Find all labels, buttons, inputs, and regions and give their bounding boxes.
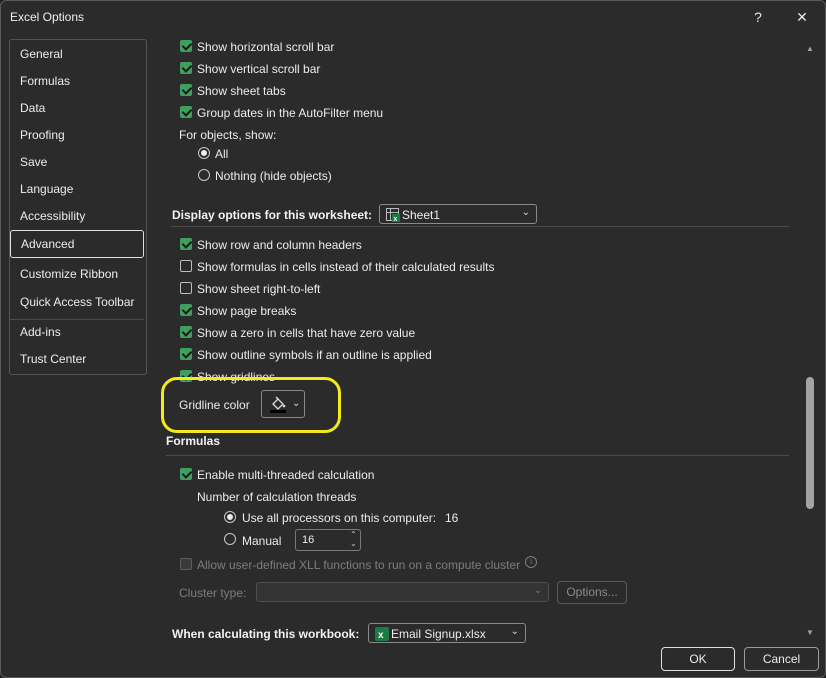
manual-threads-spinner[interactable]: 16 ⌃ ⌄ (295, 529, 361, 551)
page-breaks-label: Show page breaks (197, 304, 297, 318)
formulas-in-cells-label: Show formulas in cells instead of their … (197, 260, 495, 274)
info-icon[interactable]: i (525, 556, 537, 568)
use-all-processors-label: Use all processors on this computer: (242, 511, 437, 525)
vscroll-label: Show vertical scroll bar (197, 62, 321, 76)
advanced-options-panel: Show horizontal scroll bar Show vertical… (151, 35, 799, 645)
cluster-options-button[interactable]: Options... (557, 581, 627, 604)
excel-options-dialog: Excel Options ? ✕ General Formulas Data … (0, 0, 826, 678)
gridlines-checkbox[interactable] (180, 370, 192, 382)
sidebar-item-proofing[interactable]: Proofing (10, 122, 144, 148)
group-dates-label: Group dates in the AutoFilter menu (197, 106, 384, 120)
vscroll-checkbox[interactable] (180, 62, 192, 74)
outline-symbols-label: Show outline symbols if an outline is ap… (197, 348, 432, 362)
ok-button[interactable]: OK (661, 647, 735, 671)
outline-symbols-checkbox[interactable] (180, 348, 192, 360)
formulas-section-heading: Formulas (166, 434, 221, 448)
scrollbar-thumb[interactable] (806, 377, 814, 509)
chevron-down-icon: ⌄ (521, 207, 530, 218)
options-scrollbar[interactable]: ▲ ▼ (803, 39, 817, 641)
window-title: Excel Options (10, 10, 85, 24)
close-icon: ✕ (796, 8, 808, 25)
workbook-select[interactable]: x Email Signup.xlsx ⌄ (368, 623, 526, 643)
objects-all-label: All (215, 147, 229, 161)
sheet-select[interactable]: x Sheet1 ⌄ (379, 204, 537, 224)
calc-workbook-heading: When calculating this workbook: (172, 627, 360, 641)
spinner-up-icon[interactable]: ⌃ (350, 530, 357, 539)
paint-bucket-icon (269, 395, 287, 416)
cluster-type-label: Cluster type: (179, 586, 247, 600)
svg-text:x: x (394, 216, 398, 222)
scroll-down-icon[interactable]: ▼ (805, 629, 815, 637)
sidebar-item-add-ins[interactable]: Add-ins (10, 319, 144, 345)
chevron-down-icon: ⌄ (292, 398, 301, 409)
close-button[interactable]: ✕ (789, 5, 815, 29)
sheet-select-value: Sheet1 (402, 208, 441, 222)
formulas-in-cells-checkbox[interactable] (180, 260, 192, 272)
sheet-icon: x (386, 208, 400, 223)
row-col-headers-checkbox[interactable] (180, 238, 192, 250)
hscroll-label: Show horizontal scroll bar (197, 40, 335, 54)
cancel-button[interactable]: Cancel (744, 647, 819, 671)
multithreaded-checkbox[interactable] (180, 468, 192, 480)
manual-radio[interactable] (224, 533, 236, 545)
workbook-select-value: Email Signup.xlsx (391, 627, 486, 641)
zero-values-label: Show a zero in cells that have zero valu… (197, 326, 416, 340)
objects-all-radio[interactable] (198, 147, 210, 159)
right-to-left-label: Show sheet right-to-left (197, 282, 321, 296)
row-col-headers-label: Show row and column headers (197, 238, 362, 252)
gridlines-label: Show gridlines (197, 370, 276, 384)
sidebar-item-formulas[interactable]: Formulas (10, 68, 144, 94)
use-all-processors-radio[interactable] (224, 511, 236, 523)
sidebar-item-general[interactable]: General (10, 41, 144, 67)
chevron-down-icon: ⌄ (533, 585, 542, 596)
title-bar: Excel Options ? ✕ (1, 1, 825, 35)
manual-label: Manual (242, 534, 282, 548)
sheet-tabs-label: Show sheet tabs (197, 84, 286, 98)
section-divider (166, 455, 789, 456)
section-divider (171, 226, 789, 227)
excel-file-icon: x (375, 627, 389, 644)
processor-count: 16 (445, 511, 459, 525)
objects-label: For objects, show: (179, 128, 277, 142)
help-icon: ? (754, 9, 762, 25)
sidebar-item-save[interactable]: Save (10, 149, 144, 175)
sidebar-item-accessibility[interactable]: Accessibility (10, 203, 144, 229)
scroll-up-icon[interactable]: ▲ (805, 45, 815, 53)
sidebar-item-customize-ribbon[interactable]: Customize Ribbon (10, 261, 144, 287)
sheet-tabs-checkbox[interactable] (180, 84, 192, 96)
objects-nothing-label: Nothing (hide objects) (215, 169, 332, 183)
xll-label: Allow user-defined XLL functions to run … (197, 558, 521, 572)
help-button[interactable]: ? (745, 5, 771, 29)
gridline-color-label: Gridline color (179, 398, 250, 412)
zero-values-checkbox[interactable] (180, 326, 192, 338)
spinner-down-icon[interactable]: ⌄ (350, 539, 357, 548)
category-sidebar: General Formulas Data Proofing Save Lang… (9, 39, 147, 375)
svg-text:x: x (378, 630, 384, 641)
hscroll-checkbox[interactable] (180, 40, 192, 52)
group-dates-checkbox[interactable] (180, 106, 192, 118)
sidebar-item-advanced[interactable]: Advanced (10, 230, 144, 258)
right-to-left-checkbox[interactable] (180, 282, 192, 294)
objects-nothing-radio[interactable] (198, 169, 210, 181)
gridline-color-picker[interactable]: ⌄ (261, 390, 305, 418)
sidebar-item-data[interactable]: Data (10, 95, 144, 121)
sidebar-item-language[interactable]: Language (10, 176, 144, 202)
worksheet-section-heading: Display options for this worksheet: (172, 208, 373, 222)
cluster-type-select[interactable]: ⌄ (256, 582, 549, 602)
multithreaded-label: Enable multi-threaded calculation (197, 468, 375, 482)
sidebar-item-trust-center[interactable]: Trust Center (10, 346, 144, 372)
threads-label: Number of calculation threads (197, 490, 357, 504)
page-breaks-checkbox[interactable] (180, 304, 192, 316)
sidebar-item-quick-access-toolbar[interactable]: Quick Access Toolbar (10, 289, 144, 315)
chevron-down-icon: ⌄ (510, 626, 519, 637)
manual-threads-value: 16 (302, 534, 315, 546)
xll-checkbox[interactable] (180, 558, 192, 570)
